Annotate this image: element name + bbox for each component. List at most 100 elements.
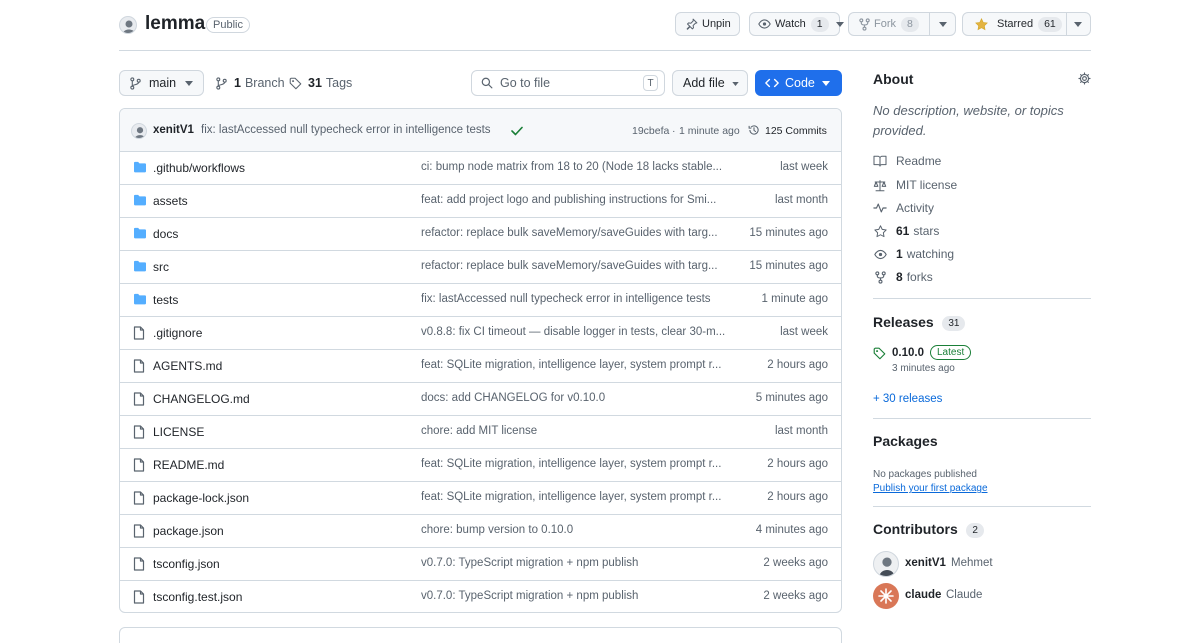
file-commit-message[interactable]: feat: SQLite migration, intelligence lay… (421, 458, 734, 470)
commit-author-avatar[interactable] (131, 123, 147, 139)
tag-count: 31 (308, 76, 322, 90)
file-row[interactable]: tsconfig.test.json v0.7.0: TypeScript mig… (120, 581, 841, 612)
star-filled-icon (975, 17, 988, 31)
file-commit-message[interactable]: feat: SQLite migration, intelligence lay… (421, 491, 734, 503)
branch-selector[interactable]: main (119, 70, 204, 96)
activity-link[interactable]: Activity (873, 199, 934, 217)
commit-sha[interactable]: 19cbefa (632, 125, 669, 137)
commit-author[interactable]: xenitV1 (153, 124, 194, 136)
branch-label: Branch (244, 76, 285, 90)
file-row[interactable]: LICENSE chore: add MIT license last month (120, 416, 841, 449)
file-commit-message[interactable]: refactor: replace bulk saveMemory/saveGu… (421, 260, 734, 272)
star-button[interactable]: Starred 61 (962, 12, 1091, 36)
contributors-title[interactable]: Contributors (873, 521, 958, 537)
header-divider (119, 50, 1091, 51)
file-name[interactable]: docs (153, 227, 178, 241)
readme-link[interactable]: Readme (873, 152, 941, 170)
watch-button[interactable]: Watch 1 (749, 12, 844, 36)
watching-count: 1 (896, 247, 903, 261)
book-icon (873, 155, 887, 167)
stars-label: stars (913, 224, 940, 238)
history-icon[interactable] (748, 124, 760, 136)
file-row[interactable]: README.md feat: SQLite migration, intelli… (120, 449, 841, 482)
pulse-icon (873, 202, 887, 214)
check-icon[interactable] (511, 126, 523, 136)
file-name[interactable]: CHANGELOG.md (153, 392, 250, 406)
releases-title[interactable]: Releases (873, 314, 934, 330)
watching-label: watching (906, 247, 955, 261)
file-commit-time: 2 hours ago (767, 359, 828, 371)
tags-link[interactable]: 31 Tags (289, 76, 352, 90)
file-commit-message[interactable]: v0.8.8: fix CI timeout — disable logger … (421, 326, 734, 338)
repo-owner-avatar[interactable] (119, 16, 137, 34)
go-to-file-input[interactable]: Go to file T (471, 70, 665, 96)
latest-release[interactable]: 0.10.0 Latest 3 minutes ago (873, 345, 1091, 379)
file-name[interactable]: package.json (153, 524, 224, 538)
file-commit-time: 5 minutes ago (755, 392, 828, 404)
file-commit-time: last month (774, 425, 828, 437)
repo-name[interactable]: lemma (145, 13, 205, 35)
license-link[interactable]: MIT license (873, 176, 957, 194)
file-commit-time: last week (780, 326, 828, 338)
file-row[interactable]: .github/workflows ci: bump node matrix fr… (120, 152, 841, 185)
unpin-button[interactable]: Unpin (675, 12, 740, 36)
fork-button[interactable]: Fork 8 (848, 12, 956, 36)
star-dropdown-divider (1066, 13, 1067, 35)
file-commit-message[interactable]: fix: lastAccessed null typecheck error i… (421, 293, 734, 305)
file-name[interactable]: tests (153, 293, 178, 307)
file-commit-message[interactable]: chore: add MIT license (421, 425, 734, 437)
file-commit-message[interactable]: refactor: replace bulk saveMemory/saveGu… (421, 227, 734, 239)
file-commit-message[interactable]: docs: add CHANGELOG for v0.10.0 (421, 392, 734, 404)
more-releases-link[interactable]: + 30 releases (873, 393, 942, 405)
file-row[interactable]: assets feat: add project logo and publish… (120, 185, 841, 218)
code-button[interactable]: Code (755, 70, 842, 96)
file-commit-message[interactable]: ci: bump node matrix from 18 to 20 (Node… (421, 161, 734, 173)
unpin-label: Unpin (702, 18, 731, 30)
file-row[interactable]: package-lock.json feat: SQLite migration,… (120, 482, 841, 515)
file-commit-message[interactable]: feat: add project logo and publishing in… (421, 194, 734, 206)
add-file-button[interactable]: Add file (672, 70, 748, 96)
packages-title[interactable]: Packages (873, 433, 938, 449)
file-commit-message[interactable]: v0.7.0: TypeScript migration + npm publi… (421, 557, 734, 569)
file-row[interactable]: src refactor: replace bulk saveMemory/sav… (120, 251, 841, 284)
go-to-file-placeholder: Go to file (500, 76, 551, 90)
chevron-down-icon[interactable] (939, 22, 947, 27)
file-row[interactable]: tests fix: lastAccessed null typecheck er… (120, 284, 841, 317)
publish-package-link[interactable]: Publish your first package (873, 483, 988, 494)
file-row[interactable]: docs refactor: replace bulk saveMemory/sa… (120, 218, 841, 251)
commit-count[interactable]: 125 Commits (765, 125, 827, 137)
file-name[interactable]: src (153, 260, 169, 274)
chevron-down-icon[interactable] (1074, 22, 1082, 27)
gear-icon[interactable] (1078, 72, 1091, 85)
file-commit-message[interactable]: chore: bump version to 0.10.0 (421, 524, 734, 536)
file-commit-message[interactable]: v0.7.0: TypeScript migration + npm publi… (421, 590, 734, 602)
file-name[interactable]: .gitignore (153, 326, 202, 340)
branches-link[interactable]: 1 Branch (216, 76, 285, 90)
file-name[interactable]: assets (153, 194, 188, 208)
file-name[interactable]: AGENTS.md (153, 359, 222, 373)
file-name[interactable]: tsconfig.json (153, 557, 220, 571)
star-count: 61 (1038, 16, 1062, 32)
readme-label: Readme (896, 154, 942, 168)
add-file-label: Add file (683, 76, 725, 90)
file-row[interactable]: AGENTS.md feat: SQLite migration, intelli… (120, 350, 841, 383)
file-name[interactable]: LICENSE (153, 425, 204, 439)
contributor-item[interactable]: claude Claude (873, 583, 1091, 609)
file-name[interactable]: .github/workflows (153, 161, 245, 175)
file-row[interactable]: tsconfig.json v0.7.0: TypeScript migratio… (120, 548, 841, 581)
contributor-item[interactable]: xenitV1 Mehmet (873, 551, 1091, 577)
file-name[interactable]: package-lock.json (153, 491, 249, 505)
file-name[interactable]: README.md (153, 458, 224, 472)
file-row[interactable]: package.json chore: bump version to 0.10.… (120, 515, 841, 548)
watch-count: 1 (810, 16, 829, 32)
commit-message[interactable]: fix: lastAccessed null typecheck error i… (201, 124, 491, 136)
watching-link[interactable]: 1 watching (873, 245, 954, 263)
file-row[interactable]: .gitignore v0.8.8: fix CI timeout — disab… (120, 317, 841, 350)
forks-link[interactable]: 8 forks (873, 268, 933, 286)
file-commit-time: last week (780, 161, 828, 173)
eye-icon (758, 18, 771, 30)
file-row[interactable]: CHANGELOG.md docs: add CHANGELOG for v0.1… (120, 383, 841, 416)
file-commit-message[interactable]: feat: SQLite migration, intelligence lay… (421, 359, 734, 371)
stars-link[interactable]: 61 stars (873, 222, 939, 240)
file-name[interactable]: tsconfig.test.json (153, 590, 242, 604)
